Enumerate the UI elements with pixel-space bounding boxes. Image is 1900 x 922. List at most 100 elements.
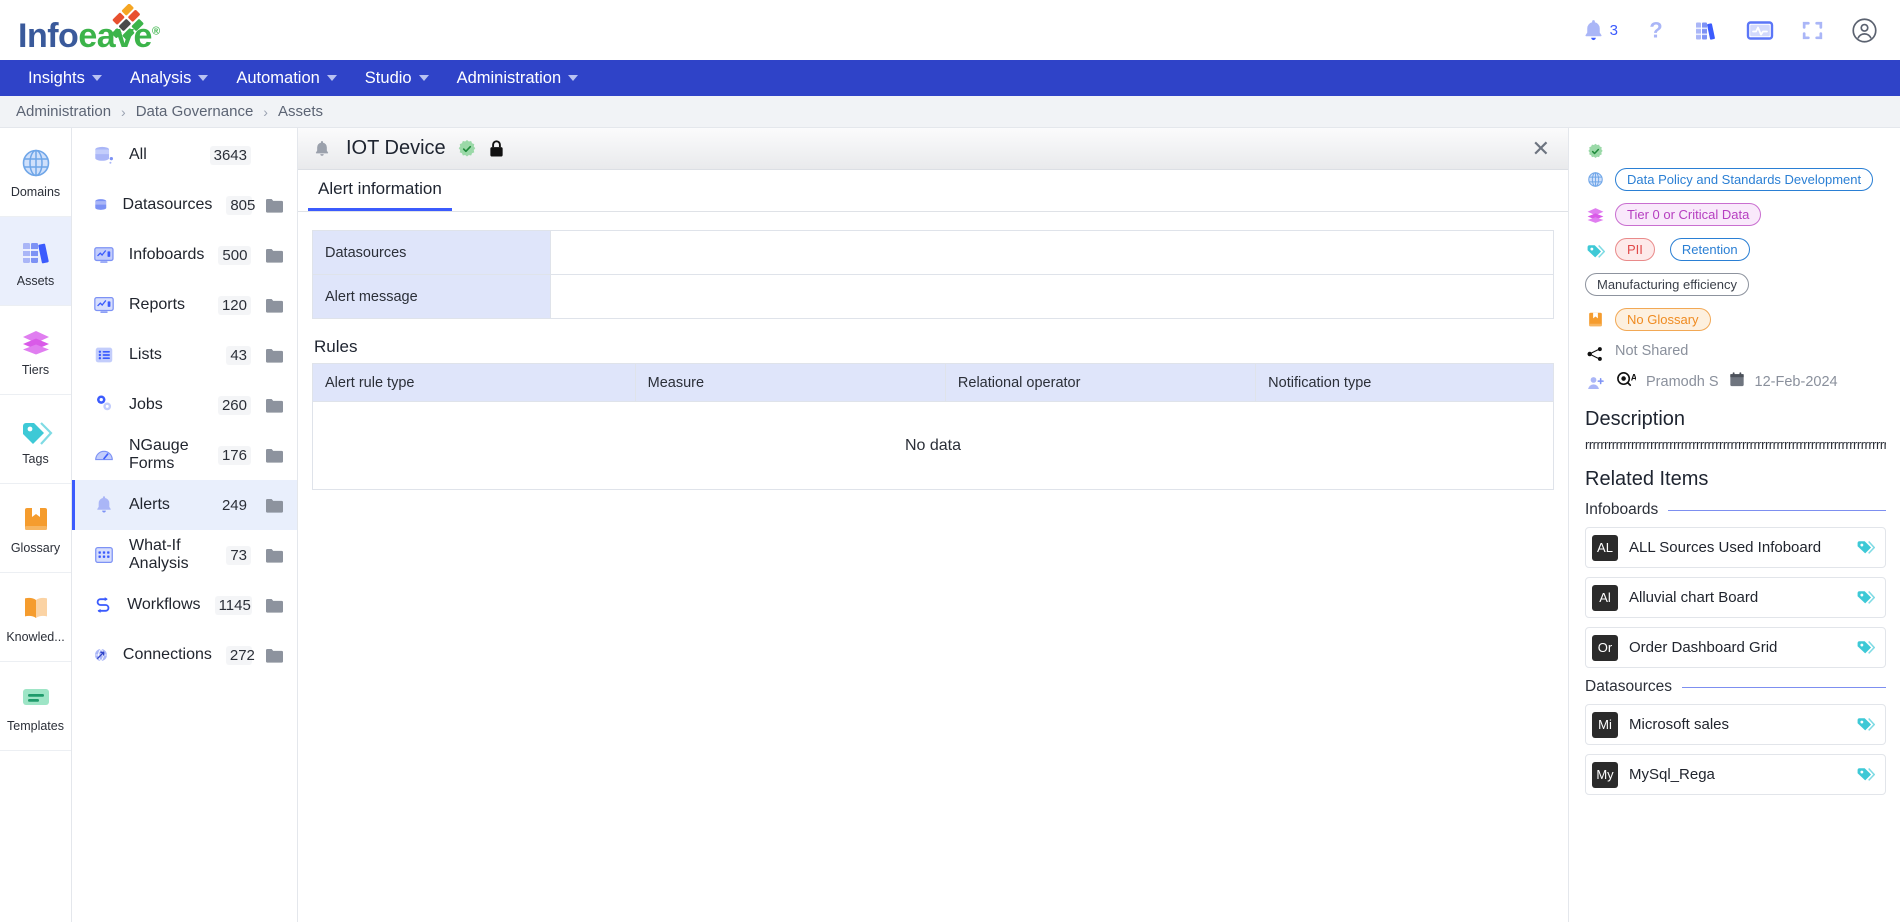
tag-chip[interactable]: PII [1615,238,1655,261]
calendar-icon [1729,371,1745,393]
help-question-icon[interactable]: ? [1644,18,1668,43]
asset-type-ngauge-forms[interactable]: NGauge Forms 176 [72,430,297,480]
nav-item-insights[interactable]: Insights [14,60,116,96]
database-all-icon [95,146,113,164]
bell-icon [97,496,111,513]
share-status: Not Shared [1615,343,1689,359]
tag-icon[interactable] [1856,536,1876,560]
folder-icon[interactable] [265,248,283,263]
glossary-chip[interactable]: No Glossary [1615,308,1711,331]
asset-type-count: 176 [217,445,251,465]
add-user-icon[interactable] [1585,372,1605,393]
asset-type-workflows[interactable]: Workflows 1145 [72,580,297,630]
folder-icon[interactable] [265,498,283,513]
breadcrumb-item-data-governance[interactable]: Data Governance [136,103,254,120]
list-item[interactable]: AL ALL Sources Used Infoboard [1585,527,1886,568]
glossary-row: No Glossary [1585,308,1886,336]
lock-icon [490,140,503,157]
folder-icon[interactable] [266,198,283,213]
asset-type-what-if-analysis[interactable]: What-If Analysis 73 [72,530,297,580]
folder-icon[interactable] [265,298,283,313]
folder-icon[interactable] [266,648,283,663]
nav-item-automation[interactable]: Automation [222,60,350,96]
folder-icon[interactable] [265,548,283,563]
tag-chip[interactable]: Manufacturing efficiency [1585,273,1749,296]
nav-item-administration[interactable]: Administration [443,60,593,96]
library-books-icon[interactable] [1694,18,1720,43]
nav-item-studio[interactable]: Studio [351,60,443,96]
asset-type-connections[interactable]: Connections 272 [72,630,297,680]
folder-icon[interactable] [265,448,283,463]
nav-item-analysis[interactable]: Analysis [116,60,222,96]
folder-icon[interactable] [265,398,283,413]
related-item-name: ALL Sources Used Infoboard [1629,539,1822,556]
left-icon-rail: Domains Assets Tiers Tags Glossary Knowl… [0,128,72,922]
owner-avatar-icon: A [1615,370,1638,394]
rail-item-assets[interactable]: Assets [0,217,71,306]
breadcrumb-item-administration[interactable]: Administration [16,103,111,120]
column-measure[interactable]: Measure [634,363,946,402]
folder-icon[interactable] [266,598,283,613]
related-item-name: MySql_Rega [1629,766,1715,783]
asset-type-label: What-If Analysis [129,537,189,572]
tag-icon[interactable] [1856,713,1876,737]
tab-alert-information[interactable]: Alert information [308,179,452,211]
monitor-pulse-icon[interactable] [1746,18,1774,43]
list-item[interactable]: My MySql_Rega [1585,754,1886,795]
rail-item-label: Templates [7,718,64,733]
asset-type-jobs[interactable]: Jobs 260 [72,380,297,430]
rail-item-domains[interactable]: Domains [0,128,71,217]
header-actions: 3 ? [1581,17,1878,44]
tag-icon[interactable] [1856,636,1876,660]
asset-type-alerts[interactable]: Alerts 249 [72,480,297,530]
tag-icon[interactable] [1856,763,1876,787]
asset-type-lists[interactable]: Lists 43 [72,330,297,380]
avatar: AL [1592,534,1618,561]
related-item-name: Microsoft sales [1629,716,1730,733]
tag-chip[interactable]: Retention [1669,238,1750,261]
fullscreen-icon[interactable] [1800,18,1825,43]
asset-type-label: Lists [129,346,162,363]
asset-type-datasources[interactable]: Datasources 805 [72,180,297,230]
column-relational-operator[interactable]: Relational operator [944,363,1257,402]
list-item[interactable]: Or Order Dashboard Grid [1585,627,1886,668]
notifications-bell-icon[interactable]: 3 [1581,18,1618,43]
list-item[interactable]: Mi Microsoft sales [1585,704,1886,745]
list-item[interactable]: Al Alluvial chart Board [1585,577,1886,618]
open-book-icon [24,597,47,618]
domain-chip[interactable]: Data Policy and Standards Development [1615,168,1874,191]
close-icon[interactable]: ✕ [1532,137,1550,160]
asset-type-infoboards[interactable]: Infoboards 500 [72,230,297,280]
asset-type-label: Datasources [122,196,213,213]
rail-item-knowledge[interactable]: Knowled... [0,573,71,662]
app-logo[interactable]: Infoeave® [18,4,160,53]
asset-type-reports[interactable]: Reports 120 [72,280,297,330]
rail-item-label: Tags [22,451,49,466]
rail-item-glossary[interactable]: Glossary [0,484,71,573]
asset-type-count: 272 [225,645,255,665]
rail-item-templates[interactable]: Templates [0,662,71,751]
column-alert-rule-type[interactable]: Alert rule type [312,363,636,402]
chevron-down-icon [326,75,337,81]
column-notification-type[interactable]: Notification type [1255,363,1554,402]
tag-icon[interactable] [1856,586,1876,610]
main-navigation: Insights Analysis Automation Studio Admi… [0,60,1900,96]
tier-chip[interactable]: Tier 0 or Critical Data [1615,203,1762,226]
user-account-icon[interactable] [1851,17,1878,44]
asset-type-count: 3643 [209,145,251,165]
rail-item-tiers[interactable]: Tiers [0,306,71,395]
related-group-header-infoboards: Infoboards [1585,501,1886,519]
books-icon [22,242,49,263]
gauge-icon [95,450,113,461]
asset-type-list: All 3643 Datasources 805 Infoboards 500 … [72,128,298,922]
field-label-datasources: Datasources [312,230,551,275]
globe-icon [22,149,49,176]
rail-item-tags[interactable]: Tags [0,395,71,484]
group-title: Infoboards [1585,501,1659,518]
rules-section-title: Rules [314,337,358,356]
nav-label: Studio [364,68,412,87]
detail-body: Datasources Alert message Rules Alert ru… [298,212,1568,922]
breadcrumb-item-assets[interactable]: Assets [278,103,323,120]
asset-type-all[interactable]: All 3643 [72,130,297,180]
folder-icon[interactable] [265,348,283,363]
